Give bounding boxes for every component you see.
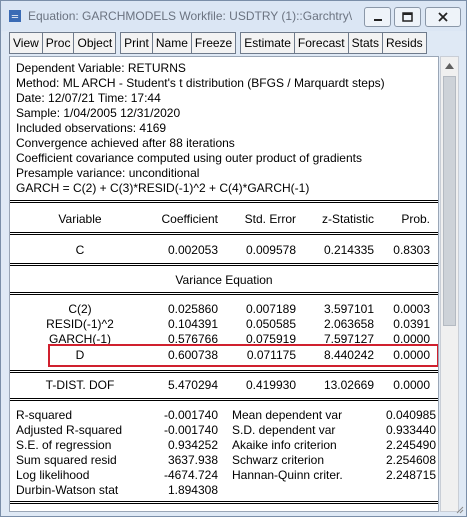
- print-button[interactable]: Print: [120, 32, 152, 54]
- dependent-variable-line: Dependent Variable: RETURNS: [16, 61, 186, 75]
- scroll-up-button[interactable]: [441, 57, 458, 74]
- col-header-std-error: Std. Error: [244, 212, 296, 226]
- stat-value-log-likelihood: -4674.724: [163, 468, 218, 482]
- maximize-icon: [402, 12, 413, 22]
- eviews-app-icon: =: [9, 10, 21, 23]
- covariance-line: Coefficient covariance computed using ou…: [16, 151, 362, 165]
- row-c-z-statistic: 0.214335: [323, 243, 374, 257]
- row-c-std-error: 0.009578: [245, 243, 296, 257]
- row-resid-coefficient: 0.104391: [167, 317, 218, 331]
- garch-spec-line: GARCH = C(2) + C(3)*RESID(-1)^2 + C(4)*G…: [16, 181, 310, 195]
- resize-grip-icon[interactable]: [454, 504, 464, 514]
- row-c-variable: C: [75, 243, 85, 257]
- highlight-box: [48, 344, 438, 367]
- row-tdist-prob: 0.0000: [393, 378, 430, 392]
- maximize-button[interactable]: [394, 7, 421, 27]
- divider: [10, 200, 438, 203]
- stat-value-schwarz: 2.254608: [385, 453, 436, 467]
- stat-value-akaike: 2.245490: [385, 438, 436, 452]
- row-c-coefficient: 0.002053: [167, 243, 218, 257]
- stat-value-sd-dep: 0.933440: [385, 423, 436, 437]
- close-icon: [438, 12, 448, 22]
- stat-label-sd-dep: S.D. dependent var: [232, 423, 336, 437]
- convergence-line: Convergence achieved after 88 iterations: [16, 136, 235, 150]
- close-button[interactable]: [425, 7, 461, 27]
- stat-value-mean-dep: 0.040985: [385, 408, 436, 422]
- stat-label-ssr: Sum squared resid: [16, 453, 117, 467]
- vertical-scrollbar[interactable]: [440, 56, 459, 512]
- window-title: Equation: GARCHMODELS Workfile: USDTRY (…: [28, 9, 353, 23]
- stats-button[interactable]: Stats: [347, 32, 382, 54]
- stat-value-se-regression: 0.934252: [167, 438, 218, 452]
- stat-label-adj-r-squared: Adjusted R-squared: [16, 423, 123, 437]
- row-resid-prob: 0.0391: [393, 317, 430, 331]
- freeze-button[interactable]: Freeze: [190, 32, 237, 54]
- divider: [10, 501, 438, 504]
- stat-value-r-squared: -0.001740: [163, 408, 218, 422]
- col-header-z-statistic: z-Statistic: [321, 212, 374, 226]
- date-line: Date: 12/07/21 Time: 17:44: [16, 91, 161, 105]
- scroll-up-arrow-icon: [445, 62, 454, 69]
- row-c2-std-error: 0.007189: [245, 302, 296, 316]
- row-tdist-coefficient: 5.470294: [167, 378, 218, 392]
- stat-label-schwarz: Schwarz criterion: [232, 453, 325, 467]
- observations-line: Included observations: 4169: [16, 121, 167, 135]
- forecast-button[interactable]: Forecast: [293, 32, 348, 54]
- row-resid-variable: RESID(-1)^2: [46, 317, 114, 331]
- sample-line: Sample: 1/04/2005 12/31/2020: [16, 106, 181, 120]
- toolbar: View Proc Object Print Name Freeze Estim…: [9, 32, 459, 54]
- row-tdist-std-error: 0.419930: [245, 378, 296, 392]
- scroll-thumb[interactable]: [443, 76, 456, 326]
- minimize-icon: [373, 19, 382, 21]
- stat-value-durbin-watson: 1.894308: [167, 483, 218, 497]
- stat-label-hannan-quinn: Hannan-Quinn criter.: [232, 468, 343, 482]
- row-tdist-variable: T-DIST. DOF: [45, 378, 115, 392]
- minimize-button[interactable]: [364, 7, 391, 27]
- divider: [10, 398, 438, 401]
- col-header-prob: Prob.: [401, 212, 430, 226]
- svg-text:=: =: [11, 12, 19, 23]
- object-button[interactable]: Object: [73, 32, 117, 54]
- title-bar[interactable]: = Equation: GARCHMODELS Workfile: USDTRY…: [1, 1, 466, 31]
- stat-value-hannan-quinn: 2.248715: [385, 468, 436, 482]
- equation-window: = Equation: GARCHMODELS Workfile: USDTRY…: [0, 0, 467, 517]
- row-resid-z-statistic: 2.063658: [323, 317, 374, 331]
- divider: [10, 232, 438, 235]
- stat-value-ssr: 3637.938: [167, 453, 218, 467]
- row-resid-std-error: 0.050585: [245, 317, 296, 331]
- stat-label-akaike: Akaike info criterion: [232, 438, 337, 452]
- proc-button[interactable]: Proc: [41, 32, 74, 54]
- stat-label-log-likelihood: Log likelihood: [16, 468, 90, 482]
- presample-line: Presample variance: unconditional: [16, 166, 200, 180]
- estimation-output[interactable]: Dependent Variable: RETURNS Method: ML A…: [9, 56, 439, 512]
- name-button[interactable]: Name: [151, 32, 191, 54]
- stat-label-se-regression: S.E. of regression: [16, 438, 112, 452]
- estimate-button[interactable]: Estimate: [240, 32, 294, 54]
- method-line: Method: ML ARCH - Student's t distributi…: [16, 76, 385, 90]
- stat-label-durbin-watson: Durbin-Watson stat: [16, 483, 119, 497]
- row-tdist-z-statistic: 13.02669: [323, 378, 374, 392]
- row-c-prob: 0.8303: [393, 243, 430, 257]
- divider: [10, 292, 438, 295]
- view-button[interactable]: View: [9, 32, 42, 54]
- row-c2-variable: C(2): [68, 302, 92, 316]
- row-c2-z-statistic: 3.597101: [323, 302, 374, 316]
- divider: [10, 370, 438, 373]
- resids-button[interactable]: Resids: [381, 32, 427, 54]
- stat-value-adj-r-squared: -0.001740: [163, 423, 218, 437]
- stat-label-r-squared: R-squared: [16, 408, 73, 422]
- stat-label-mean-dep: Mean dependent var: [232, 408, 343, 422]
- col-header-variable: Variable: [58, 212, 102, 226]
- variance-equation-title: Variance Equation: [175, 273, 273, 287]
- row-c2-coefficient: 0.025860: [167, 302, 218, 316]
- row-c2-prob: 0.0003: [393, 302, 430, 316]
- divider: [10, 263, 438, 266]
- col-header-coefficient: Coefficient: [161, 212, 218, 226]
